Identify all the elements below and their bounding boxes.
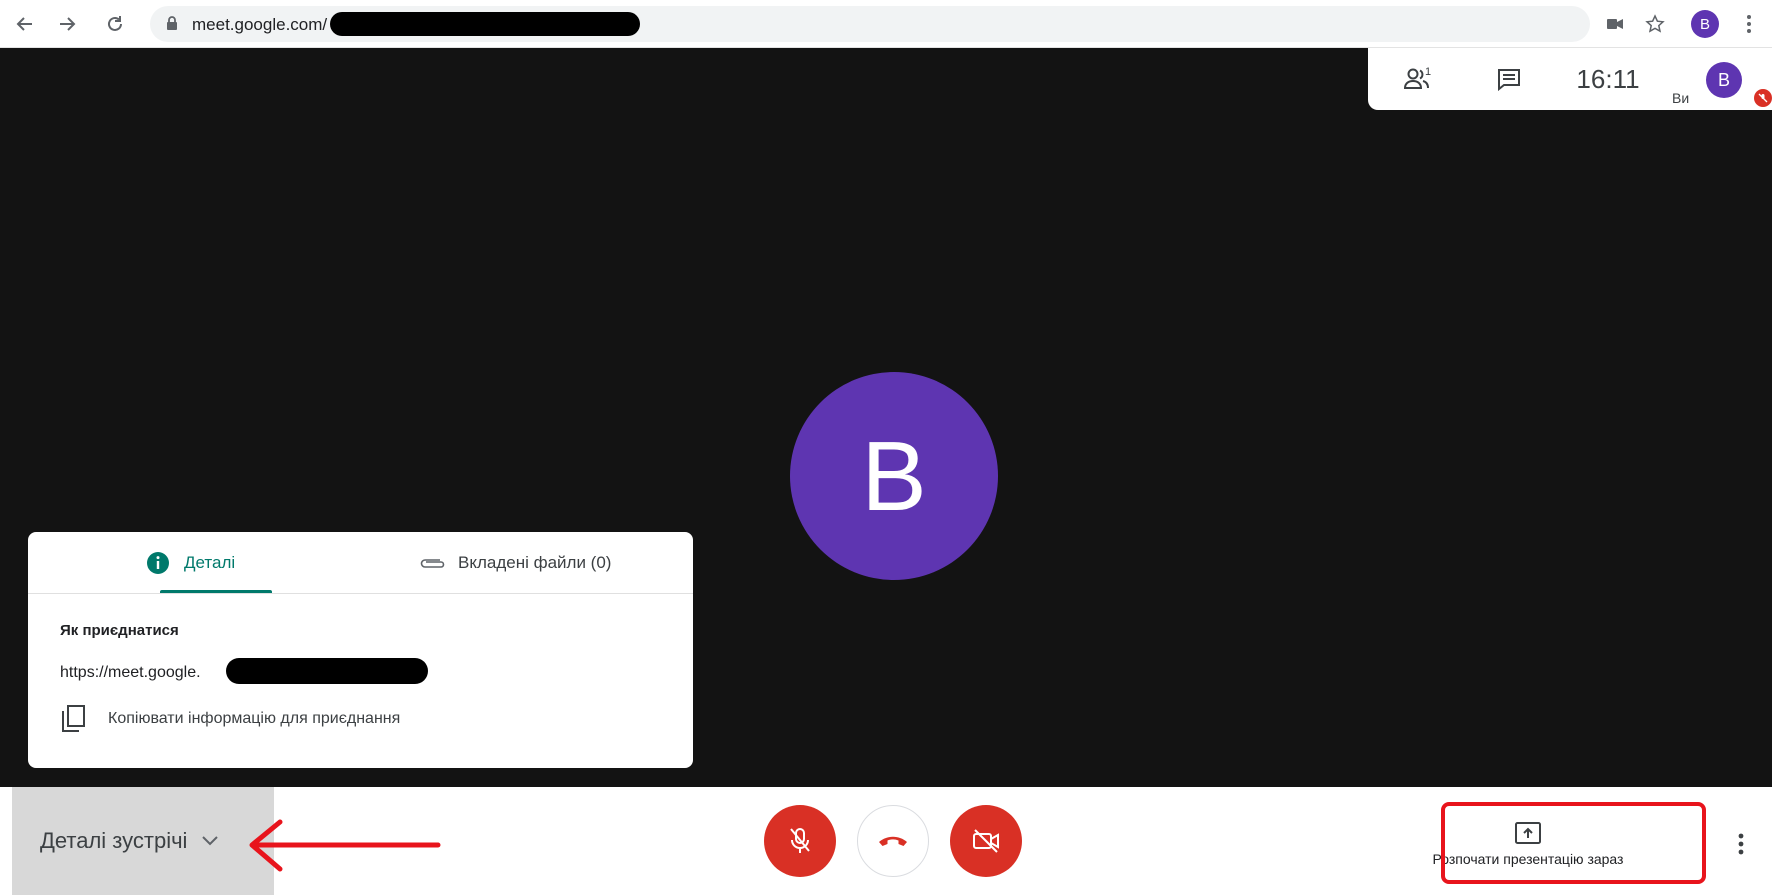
url-text: meet.google.com/ <box>192 15 328 34</box>
meeting-details-label: Деталі зустрічі <box>40 828 188 853</box>
back-button[interactable] <box>10 9 40 39</box>
avatar: B <box>1691 10 1719 38</box>
chrome-menu-button[interactable] <box>1734 9 1764 39</box>
hangup-icon <box>879 836 907 846</box>
microphone-toggle-button[interactable] <box>764 805 836 877</box>
annotation-arrow <box>249 819 441 872</box>
join-section-title: Як приєднатися <box>60 622 179 639</box>
forward-button[interactable] <box>52 9 82 39</box>
chat-icon <box>1498 69 1520 91</box>
profile-button[interactable]: B <box>1688 9 1722 39</box>
redacted-link-segment <box>226 658 428 684</box>
more-vert-icon <box>1738 833 1744 855</box>
tab-details[interactable]: Деталі <box>146 532 235 593</box>
browser-toolbar: meet.google.com/ B <box>0 0 1772 48</box>
meeting-details-panel: Деталі Вкладені файли (0) Як приєднатися… <box>28 532 693 768</box>
chrome-menu-icon <box>1747 15 1751 33</box>
divider <box>28 593 693 594</box>
meeting-details-toggle[interactable]: Деталі зустрічі <box>12 787 274 895</box>
more-options-button[interactable] <box>1724 822 1758 866</box>
redacted-url-segment <box>330 12 640 36</box>
star-icon <box>1645 14 1665 33</box>
chat-button[interactable] <box>1484 48 1534 110</box>
self-avatar[interactable]: B <box>1706 62 1742 98</box>
copy-join-info-button[interactable]: Копіювати інформацію для приєднання <box>60 704 480 734</box>
meeting-clock: 16:11 <box>1568 48 1648 110</box>
address-bar[interactable]: meet.google.com/ <box>150 6 1590 42</box>
main-participant-avatar: B <box>790 372 998 580</box>
bookmark-star-button[interactable] <box>1640 9 1670 39</box>
mic-off-icon <box>1754 89 1772 107</box>
tab-attachments-label: Вкладені файли (0) <box>458 552 612 572</box>
forward-arrow-icon <box>60 17 76 31</box>
lock-icon <box>166 16 178 36</box>
tab-details-label: Деталі <box>184 552 236 572</box>
camera-icon <box>1607 19 1623 29</box>
mic-off-button-icon <box>790 828 810 853</box>
chevron-down-icon <box>202 836 219 846</box>
annotation-highlight-box <box>1441 802 1706 884</box>
camera-toggle-button[interactable] <box>950 805 1022 877</box>
you-label: Ви <box>1672 90 1690 106</box>
tab-attachments[interactable]: Вкладені файли (0) <box>418 532 611 593</box>
copy-join-info-label: Копіювати інформацію для приєднання <box>108 710 401 727</box>
camera-off-icon <box>973 829 999 853</box>
participants-button[interactable] <box>1390 48 1446 110</box>
reload-icon <box>108 16 122 31</box>
camera-in-use-indicator[interactable] <box>1600 9 1630 39</box>
participant-count: 1 <box>1425 66 1432 78</box>
meeting-link[interactable]: https://meet.google. <box>60 664 201 682</box>
leave-call-button[interactable] <box>857 805 929 877</box>
info-icon <box>147 551 169 574</box>
back-arrow-icon <box>16 17 32 31</box>
copy-icon <box>62 705 85 732</box>
clock-text: 16:11 <box>1576 63 1640 94</box>
reload-button[interactable] <box>100 9 130 39</box>
attachment-icon <box>420 558 445 568</box>
